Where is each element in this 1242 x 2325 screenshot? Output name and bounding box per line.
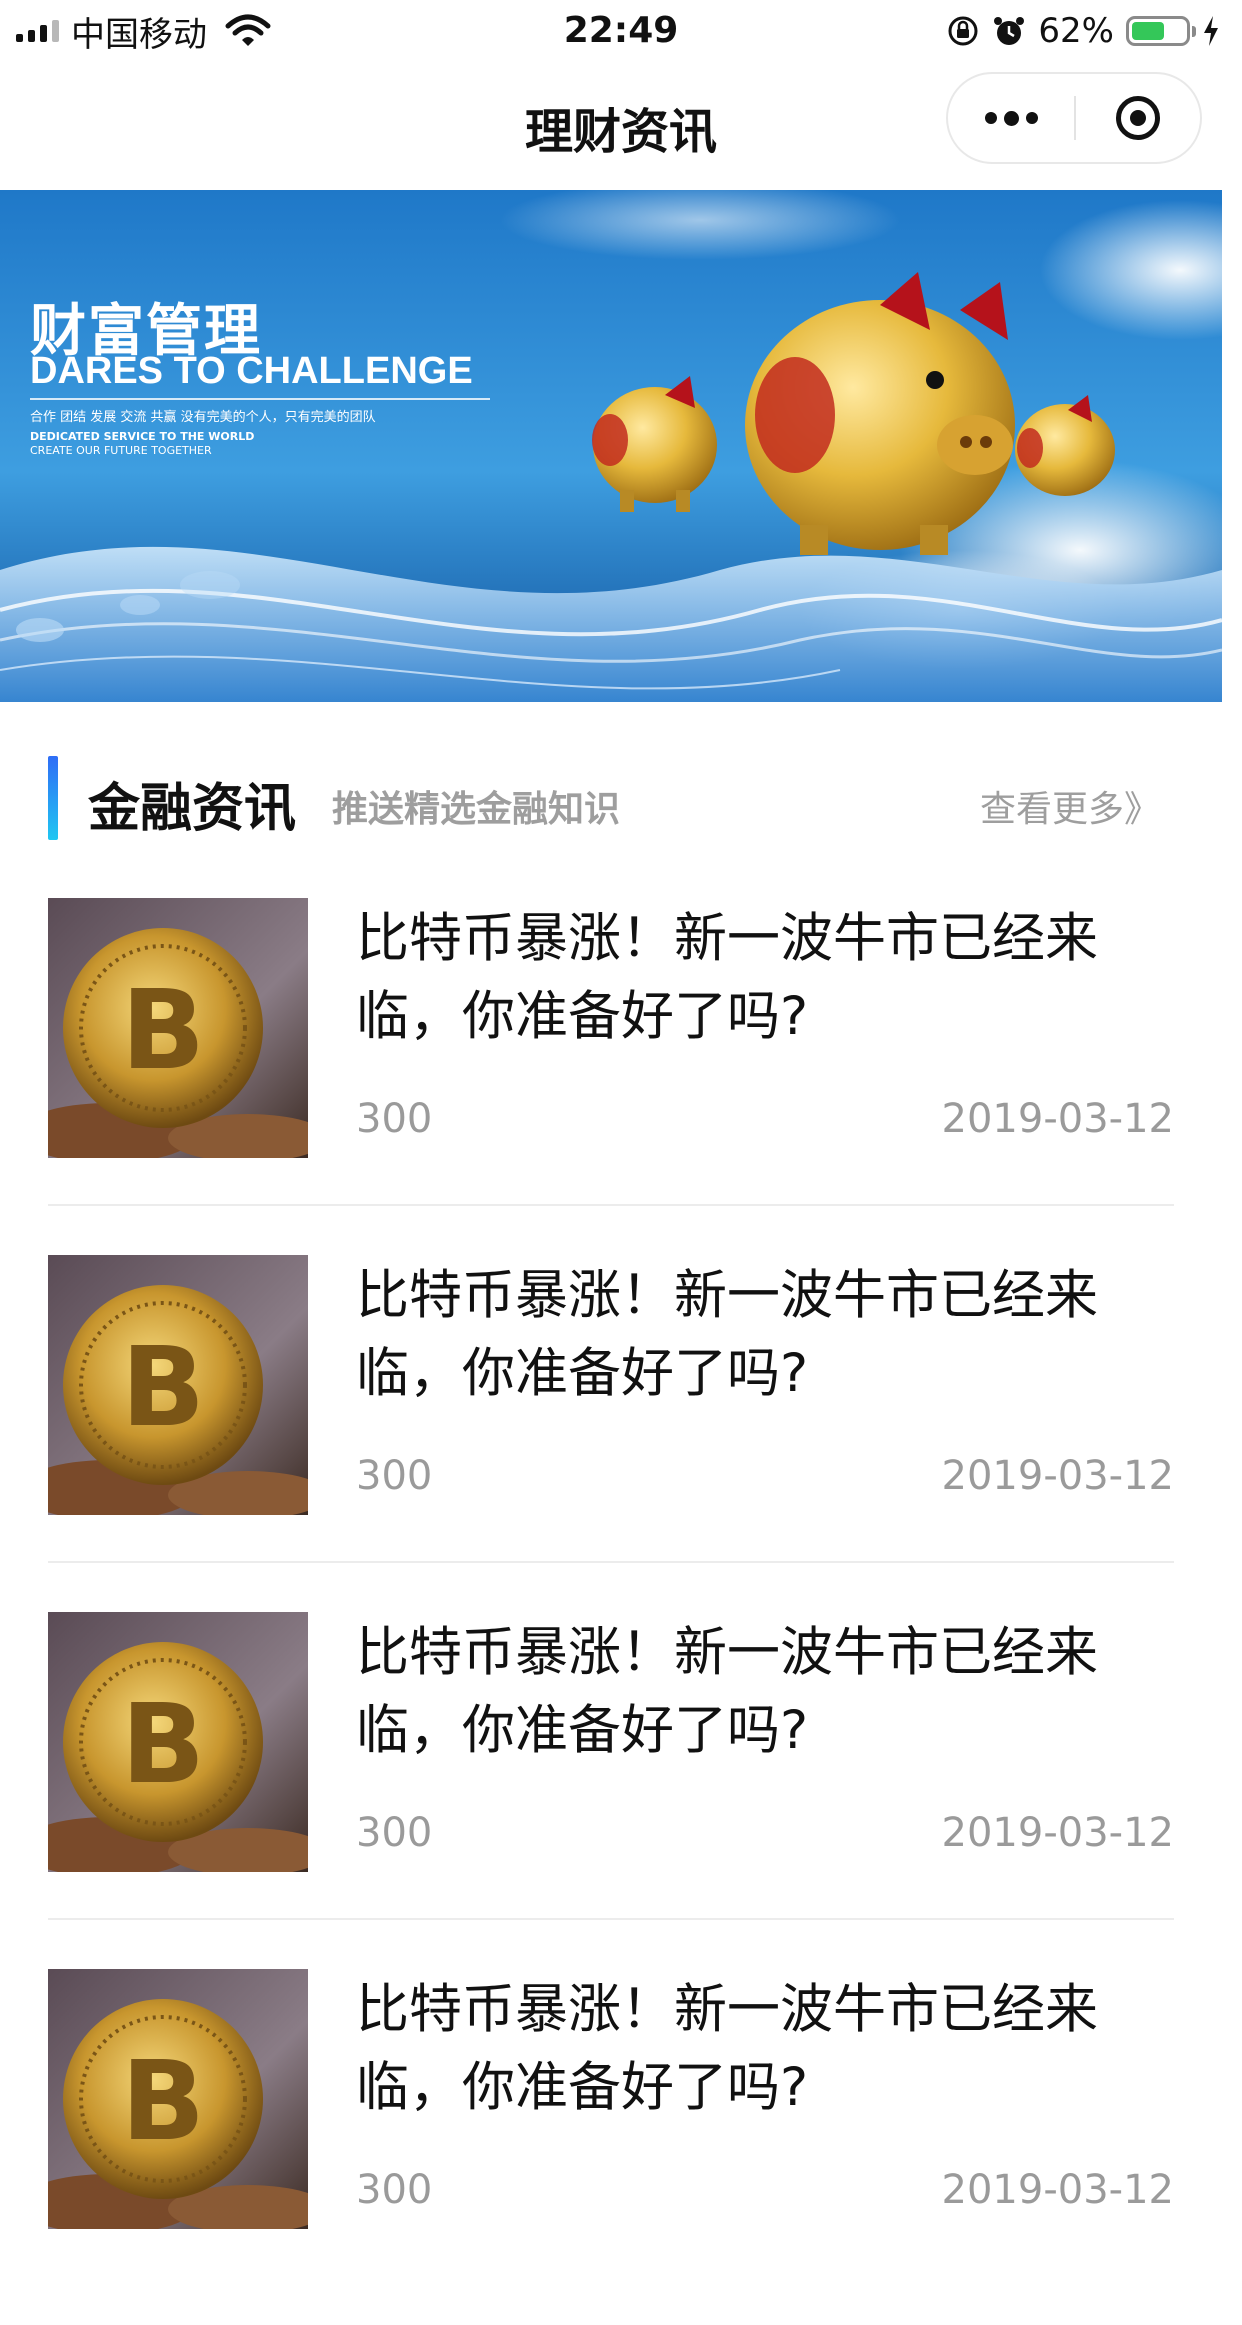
news-item[interactable]: B 比特币暴涨！新一波牛市已经来临，你准备好了吗? 300 2019-03-12	[48, 898, 1174, 1254]
news-item[interactable]: B 比特币暴涨！新一波牛市已经来临，你准备好了吗? 300 2019-03-12	[48, 1255, 1174, 1611]
news-date: 2019-03-12	[941, 1453, 1174, 1499]
banner-carousel[interactable]: 财富管理 DARES TO CHALLENGE 合作 团结 发展 交流 共赢 没…	[0, 190, 1222, 702]
section-accent-bar	[48, 756, 58, 840]
banner-subtitle: DARES TO CHALLENGE	[30, 350, 473, 392]
bitcoin-image: B	[48, 1969, 308, 2229]
news-date: 2019-03-12	[941, 1096, 1174, 1142]
status-right: 62%	[946, 8, 1220, 54]
nav-bar: 理财资讯	[0, 62, 1242, 190]
section-title: 金融资讯	[88, 779, 297, 839]
banner-tagline-1: DEDICATED SERVICE TO THE WORLD	[30, 430, 255, 443]
banner-divider	[30, 398, 490, 400]
mini-program-capsule	[946, 72, 1202, 164]
orientation-lock-icon	[948, 16, 978, 46]
bitcoin-image: B	[48, 1255, 308, 1515]
battery-percent: 62%	[1038, 11, 1114, 51]
news-thumbnail: B	[48, 898, 308, 1158]
banner-tagline-2: CREATE OUR FUTURE TOGETHER	[30, 444, 212, 457]
news-date: 2019-03-12	[941, 2167, 1174, 2213]
news-view-count: 300	[356, 1453, 433, 1499]
news-title: 比特币暴涨！新一波牛市已经来临，你准备好了吗?	[356, 1979, 1098, 2118]
status-bar: 中国移动 22:49 62%	[0, 0, 1242, 62]
svg-text:B: B	[121, 966, 205, 1094]
bitcoin-image: B	[48, 898, 308, 1158]
news-item[interactable]: B 比特币暴涨！新一波牛市已经来临，你准备好了吗? 300 2019-03-12	[48, 1612, 1174, 1968]
view-more-link[interactable]: 查看更多》	[980, 780, 1160, 832]
news-date: 2019-03-12	[941, 1810, 1174, 1856]
list-divider	[48, 1918, 1174, 1920]
list-divider	[48, 1204, 1174, 1206]
banner-slogan: 合作 团结 发展 交流 共赢 没有完美的个人，只有完美的团队	[30, 410, 376, 425]
svg-text:B: B	[121, 1680, 205, 1808]
news-title: 比特币暴涨！新一波牛市已经来临，你准备好了吗?	[356, 1265, 1098, 1404]
news-view-count: 300	[356, 1810, 433, 1856]
news-view-count: 300	[356, 2167, 433, 2213]
bitcoin-image: B	[48, 1612, 308, 1872]
news-thumbnail: B	[48, 1969, 308, 2229]
news-view-count: 300	[356, 1096, 433, 1142]
alarm-icon	[994, 17, 1025, 45]
svg-text:B: B	[121, 1323, 205, 1451]
mini-program-close-icon[interactable]	[1076, 74, 1200, 162]
more-dots-icon[interactable]	[948, 74, 1074, 162]
news-title: 比特币暴涨！新一波牛市已经来临，你准备好了吗?	[356, 1622, 1098, 1761]
news-thumbnail: B	[48, 1612, 308, 1872]
section-subtitle: 推送精选金融知识	[332, 789, 621, 830]
list-divider	[48, 1561, 1174, 1563]
news-title: 比特币暴涨！新一波牛市已经来临，你准备好了吗?	[356, 908, 1098, 1047]
news-item[interactable]: B 比特币暴涨！新一波牛市已经来临，你准备好了吗? 300 2019-03-12	[48, 1969, 1174, 2325]
battery-icon	[1126, 16, 1196, 46]
svg-text:B: B	[121, 2037, 205, 2165]
section-header: 金融资讯 推送精选金融知识 查看更多》	[0, 756, 1242, 840]
news-thumbnail: B	[48, 1255, 308, 1515]
charging-icon	[1204, 16, 1218, 46]
